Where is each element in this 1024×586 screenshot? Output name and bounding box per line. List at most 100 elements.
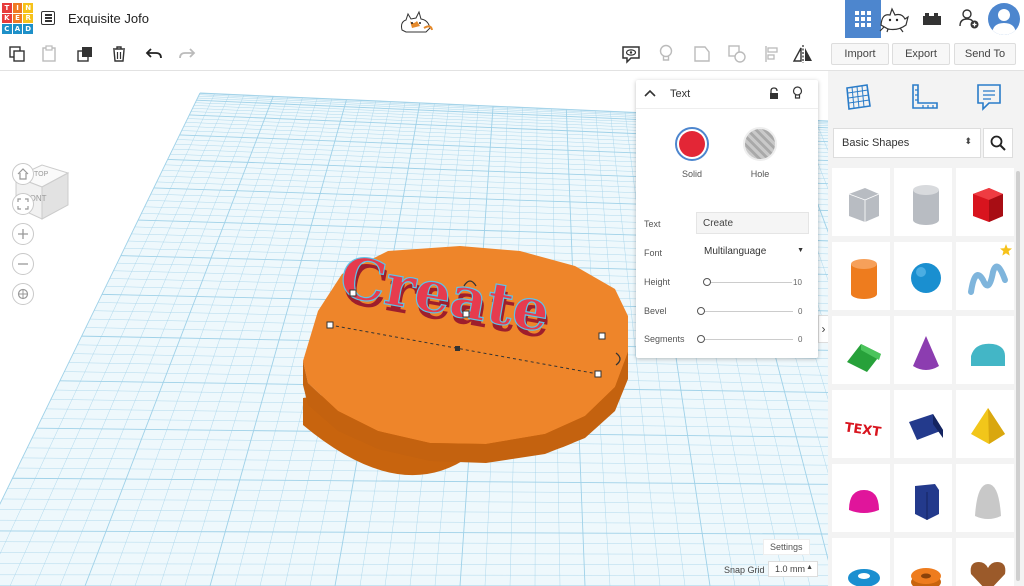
- shape-tile-box-hole[interactable]: [832, 168, 890, 236]
- shape-tile-box[interactable]: [956, 168, 1014, 236]
- design-title[interactable]: Exquisite Jofo: [68, 11, 149, 26]
- 3d-view-grid-icon[interactable]: [845, 0, 881, 38]
- shape-tile-heart[interactable]: [956, 538, 1014, 586]
- collapse-chevron-up-icon[interactable]: [644, 89, 656, 98]
- shape-tile-tube[interactable]: [894, 538, 952, 586]
- fit-view-icon[interactable]: [12, 193, 34, 215]
- inspector-title: Text: [670, 88, 691, 100]
- scribble-icon: [968, 263, 1008, 295]
- align-icon[interactable]: [760, 42, 784, 66]
- font-select[interactable]: Multilanguage ▼: [700, 242, 808, 262]
- shape-tile-scribble[interactable]: [956, 242, 1014, 310]
- logo-letter: N: [23, 3, 33, 13]
- group-icon[interactable]: [690, 42, 714, 66]
- zoom-in-icon[interactable]: [12, 223, 34, 245]
- hole-swatch[interactable]: [743, 127, 777, 161]
- roof-icon: [847, 344, 881, 372]
- cat-mascot-icon: [401, 10, 433, 33]
- cylinder-hole-icon: [913, 185, 939, 225]
- shape-panel-scrollbar[interactable]: [1016, 171, 1020, 581]
- shape-tile-half-sphere[interactable]: [832, 464, 890, 532]
- mirror-icon[interactable]: [791, 42, 815, 66]
- shape-tile-cylinder-hole[interactable]: [894, 168, 952, 236]
- cone-icon: [913, 336, 939, 370]
- shape-tile-cylinder[interactable]: [832, 242, 890, 310]
- bricks-view-icon[interactable]: [914, 0, 950, 38]
- shape-tile-polygon[interactable]: [894, 464, 952, 532]
- shape-tile-torus[interactable]: [832, 538, 890, 586]
- segments-value: 0: [798, 335, 803, 344]
- segments-prop-label: Segments: [644, 334, 685, 344]
- shape-category-value: Basic Shapes: [842, 137, 910, 149]
- light-bulb-icon[interactable]: [654, 42, 678, 66]
- font-prop-label: Font: [644, 248, 663, 258]
- bevel-value: 0: [798, 307, 803, 316]
- add-user-icon[interactable]: [951, 0, 987, 38]
- pyramid-icon: [971, 408, 1005, 444]
- solid-label: Solid: [681, 169, 702, 179]
- copy-icon[interactable]: [5, 42, 29, 66]
- user-avatar[interactable]: [988, 3, 1020, 35]
- shape-tile-cone[interactable]: [894, 316, 952, 384]
- wedge-icon: [909, 414, 943, 440]
- solid-color-swatch[interactable]: [675, 127, 709, 161]
- shape-tile-paraboloid[interactable]: [956, 464, 1014, 532]
- box-hole-icon: [848, 188, 880, 222]
- shape-library-panel: Basic Shapes ⬍ TEXT: [828, 71, 1024, 586]
- import-button[interactable]: Import: [831, 43, 889, 65]
- logo-letter: K: [2, 13, 12, 24]
- shape-tile-round-roof[interactable]: [956, 316, 1014, 384]
- shape-tile-wedge[interactable]: [894, 390, 952, 458]
- shape-tile-pyramid[interactable]: [956, 390, 1014, 458]
- edit-toolbar: [0, 38, 828, 71]
- logo-letter: R: [23, 13, 33, 24]
- paste-icon[interactable]: [37, 42, 61, 66]
- tube-icon: [911, 568, 941, 586]
- logo-letter: C: [2, 24, 12, 34]
- delete-trash-icon[interactable]: [107, 42, 131, 66]
- view-cube-top-label: TOP: [34, 171, 49, 178]
- search-icon[interactable]: [983, 128, 1013, 158]
- undo-icon[interactable]: [142, 42, 166, 66]
- segments-slider[interactable]: [697, 335, 793, 343]
- polygon-icon: [915, 484, 939, 520]
- logo-letter: T: [2, 3, 12, 13]
- round-roof-icon: [971, 343, 1005, 366]
- lock-icon[interactable]: [768, 87, 780, 100]
- settings-button[interactable]: Settings: [763, 539, 810, 555]
- light-bulb-icon[interactable]: [792, 86, 803, 100]
- shape-tile-roof[interactable]: [832, 316, 890, 384]
- half-sphere-icon: [849, 490, 879, 513]
- note-eye-icon[interactable]: [619, 42, 643, 66]
- shape-tile-text[interactable]: TEXT: [832, 390, 890, 458]
- height-value: 10: [793, 278, 802, 287]
- sim-lab-cat-icon[interactable]: [878, 5, 910, 33]
- notes-icon[interactable]: [971, 79, 1007, 115]
- duplicate-icon[interactable]: [73, 42, 97, 66]
- workplane-grid-icon[interactable]: [840, 79, 876, 115]
- height-slider[interactable]: [703, 278, 792, 286]
- perspective-view-icon[interactable]: [12, 283, 34, 305]
- sphere-icon: [911, 263, 941, 293]
- caret-down-icon: ▼: [797, 247, 804, 254]
- height-prop-label: Height: [644, 277, 671, 287]
- bevel-slider[interactable]: [697, 307, 793, 315]
- export-button[interactable]: Export: [892, 43, 950, 65]
- redo-icon[interactable]: [175, 42, 199, 66]
- logo-letter: D: [23, 24, 33, 34]
- shape-tile-sphere[interactable]: [894, 242, 952, 310]
- tinkercad-logo[interactable]: TIN KER CAD: [2, 3, 33, 34]
- bevel-prop-label: Bevel: [644, 306, 667, 316]
- collapse-panel-chevron-icon[interactable]: ›: [818, 315, 828, 343]
- top-header: TIN KER CAD Exquisite Jofo: [0, 0, 1024, 39]
- zoom-out-icon[interactable]: [12, 253, 34, 275]
- ungroup-icon[interactable]: [725, 42, 749, 66]
- home-view-icon[interactable]: [12, 163, 34, 185]
- shape-category-select[interactable]: Basic Shapes ⬍: [833, 128, 981, 158]
- send-to-button[interactable]: Send To: [954, 43, 1016, 65]
- design-list-icon[interactable]: [41, 11, 55, 25]
- text-input[interactable]: Create: [696, 212, 809, 234]
- ruler-icon[interactable]: [906, 79, 942, 115]
- snap-grid-select[interactable]: 1.0 mm ▲: [768, 561, 818, 577]
- file-actions: Import Export Send To: [828, 38, 1024, 71]
